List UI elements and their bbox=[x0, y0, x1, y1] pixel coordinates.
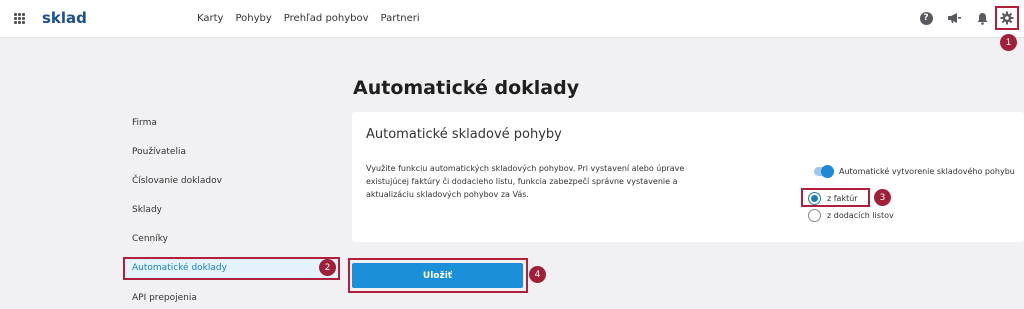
nav-item-pohyby[interactable]: Pohyby bbox=[235, 13, 271, 24]
apps-grid-icon[interactable] bbox=[14, 13, 25, 24]
radio-label-invoices: z faktúr bbox=[827, 194, 858, 203]
nav-item-partneri[interactable]: Partneri bbox=[381, 13, 420, 24]
sidebar-item-cislovanie-dokladov[interactable]: Číslovanie dokladov bbox=[132, 176, 222, 186]
radio-from-delivery-notes[interactable] bbox=[808, 209, 821, 222]
annotation-badge-4: 4 bbox=[529, 266, 546, 283]
sidebar-item-sklady[interactable]: Sklady bbox=[132, 205, 162, 215]
help-icon-glyph: ? bbox=[919, 11, 933, 25]
brand-logo[interactable]: sklad bbox=[42, 9, 87, 27]
sidebar-item-pouzivatelia[interactable]: Používatelia bbox=[132, 147, 186, 157]
annotation-badge-2: 2 bbox=[319, 259, 336, 276]
help-icon[interactable]: ? bbox=[918, 10, 934, 26]
card-description: Využite funkciu automatických skladových… bbox=[366, 164, 685, 199]
sidebar-item-label: Automatické doklady bbox=[132, 263, 227, 273]
auto-stock-movements-card: Automatické skladové pohyby Využite funk… bbox=[352, 112, 1024, 242]
toggle-label: Automatické vytvorenie skladového pohybu bbox=[839, 167, 1015, 176]
main-nav: Karty Pohyby Prehľad pohybov Partneri bbox=[197, 13, 420, 24]
page-title: Automatické doklady bbox=[353, 77, 580, 99]
sidebar-item-cenniky[interactable]: Cenníky bbox=[132, 234, 168, 244]
radio-from-invoices[interactable] bbox=[808, 192, 821, 205]
gear-icon bbox=[1000, 11, 1014, 25]
nav-item-karty[interactable]: Karty bbox=[197, 13, 223, 24]
nav-item-prehlad-pohybov[interactable]: Prehľad pohybov bbox=[284, 13, 369, 24]
sidebar-item-api-prepojenia[interactable]: API prepojenia bbox=[132, 293, 197, 303]
settings-button-highlight[interactable] bbox=[995, 6, 1019, 30]
radio-label-delivery-notes: z dodacích listov bbox=[827, 211, 894, 220]
top-bar: sklad Karty Pohyby Prehľad pohybov Partn… bbox=[0, 0, 1024, 38]
annotation-badge-1: 1 bbox=[1000, 34, 1017, 51]
annotation-badge-3: 3 bbox=[874, 189, 891, 206]
bell-icon[interactable] bbox=[974, 10, 990, 26]
card-title: Automatické skladové pohyby bbox=[366, 127, 562, 142]
save-button[interactable]: Uložiť bbox=[352, 263, 523, 288]
sidebar-item-firma[interactable]: Firma bbox=[132, 118, 157, 128]
megaphone-icon[interactable] bbox=[946, 10, 962, 26]
auto-movement-toggle[interactable] bbox=[814, 165, 834, 178]
sidebar-item-automaticke-doklady[interactable]: Automatické doklady bbox=[123, 257, 340, 280]
